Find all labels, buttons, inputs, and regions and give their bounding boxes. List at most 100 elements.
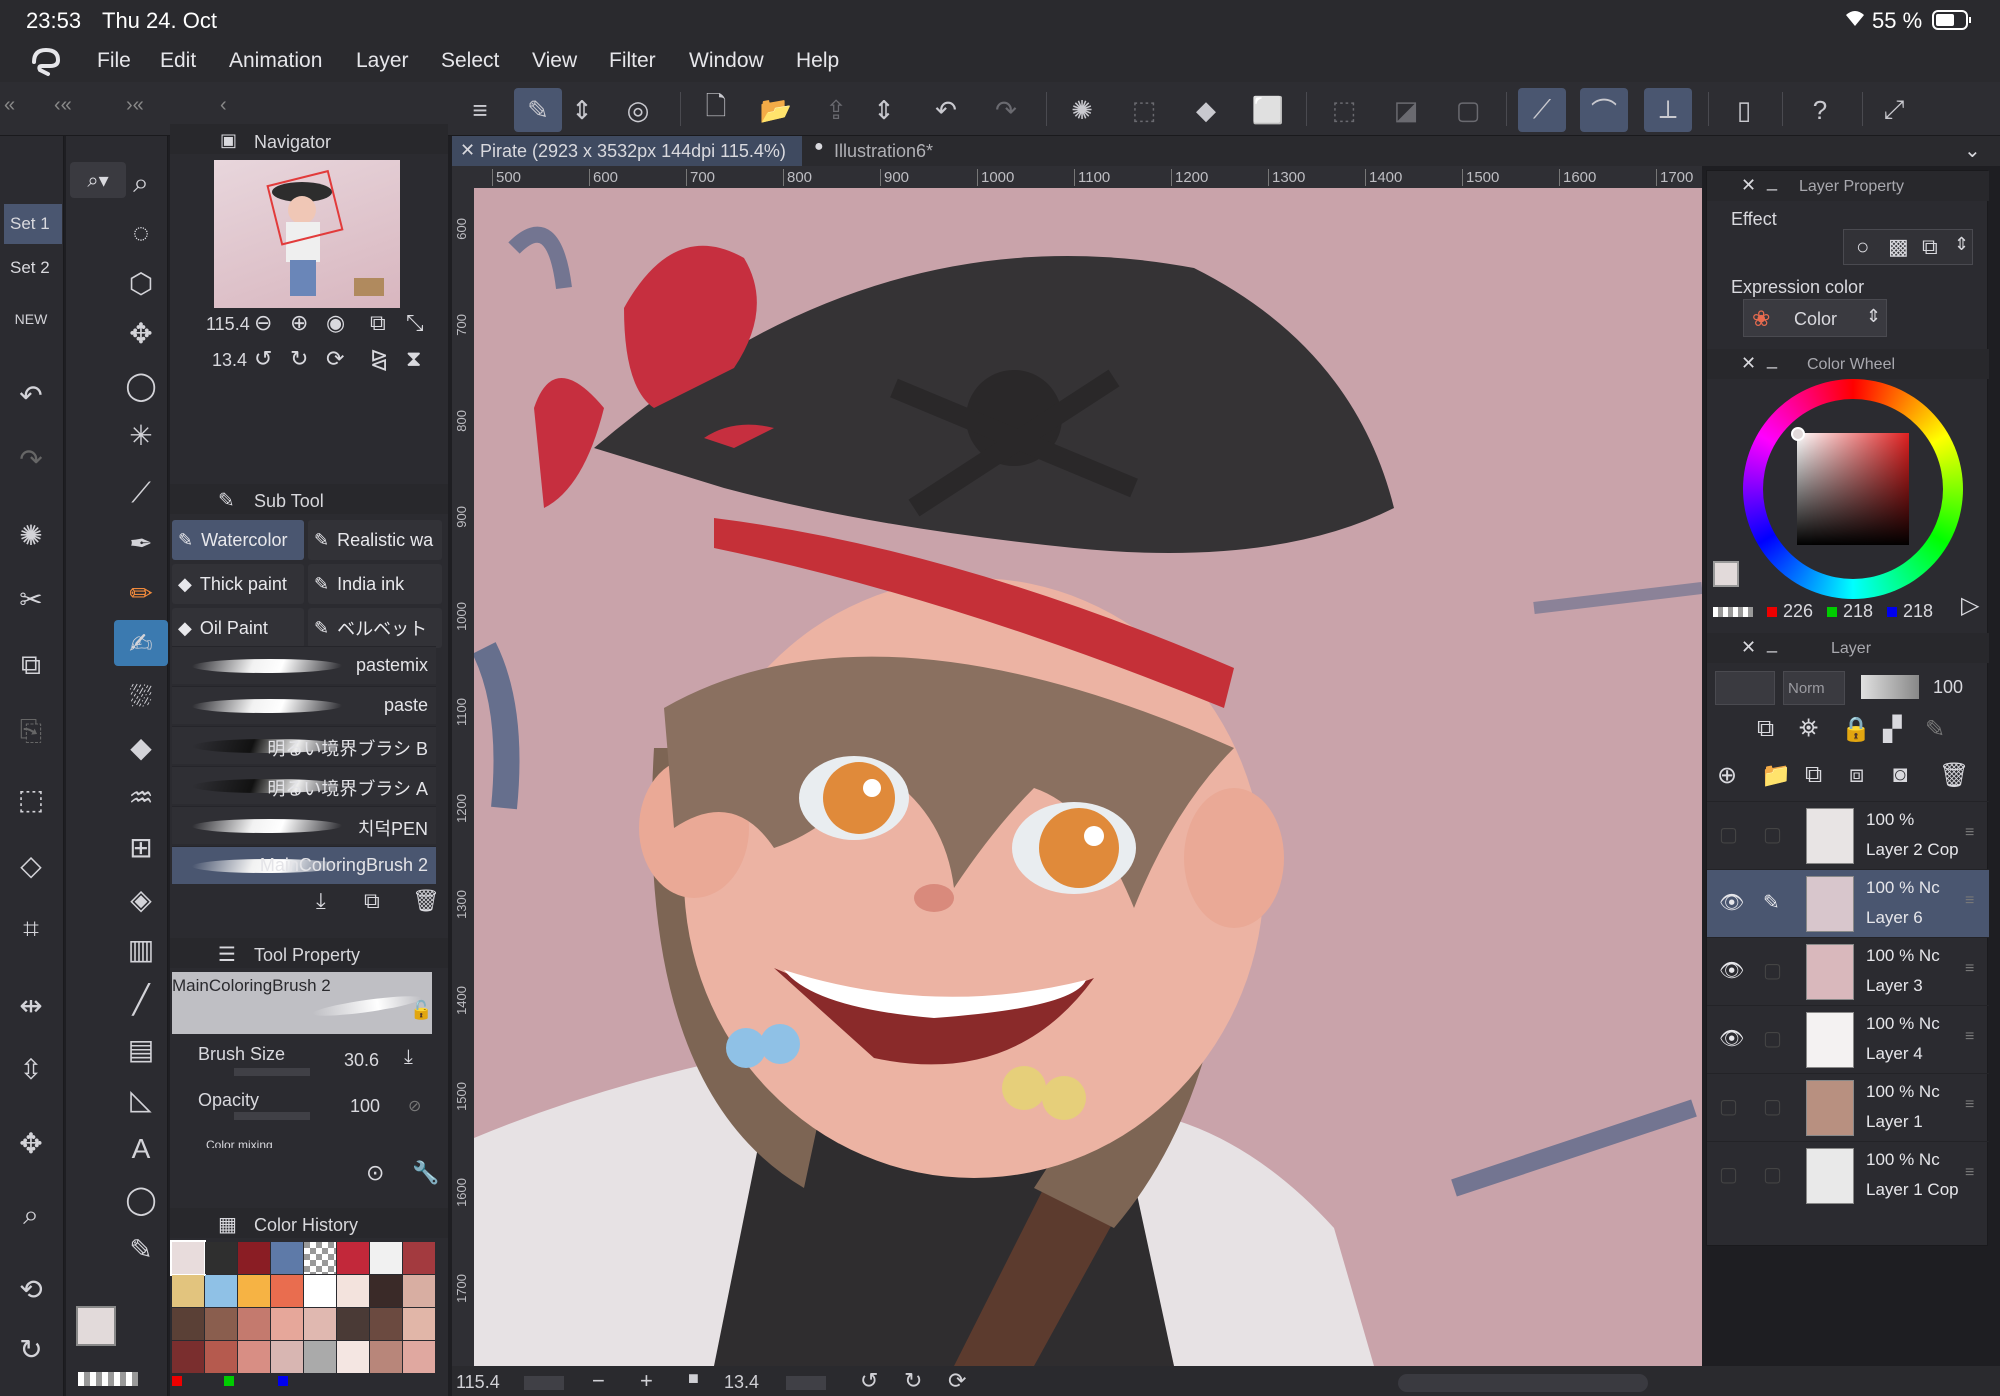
- rotate-right-icon[interactable]: ↻: [290, 346, 308, 372]
- zoom-in-icon[interactable]: ⊕: [290, 310, 308, 336]
- collapse-right-icon[interactable]: ›«: [126, 94, 144, 117]
- preset-thick-paint[interactable]: ◆ Thick paint: [172, 564, 304, 604]
- snap-line-icon[interactable]: ⟂: [1644, 88, 1692, 132]
- bottom-rotate-reset-icon[interactable]: ⟳: [948, 1368, 966, 1394]
- lock-alpha-icon[interactable]: ▞: [1883, 715, 1901, 744]
- tabs-chevron-icon[interactable]: ⌄: [1964, 138, 1981, 163]
- object-tool-icon[interactable]: ⬡: [114, 260, 168, 306]
- color-history-swatch[interactable]: [271, 1341, 303, 1373]
- brush-main-coloring-2[interactable]: MainColoringBrush 2: [172, 846, 436, 884]
- mask-icon[interactable]: ◙: [1893, 761, 1908, 789]
- color-history-swatch[interactable]: [370, 1242, 402, 1274]
- brush-pastemix[interactable]: pastemix: [172, 646, 436, 684]
- navigator-rotation-value[interactable]: 13.4: [212, 350, 247, 371]
- layer-row[interactable]: 👁 ▢ 100 % Nc Layer 3 ≡: [1707, 937, 1989, 1005]
- preset-india-ink[interactable]: ✎ India ink: [308, 564, 442, 604]
- set-2-tab[interactable]: Set 2: [4, 248, 62, 288]
- close-panel-icon[interactable]: ✕: [1741, 175, 1756, 196]
- color-history-swatch[interactable]: [304, 1242, 336, 1274]
- flip-horizontal-icon[interactable]: ⇹: [4, 982, 58, 1028]
- color-picker-handle[interactable]: [1791, 427, 1805, 441]
- menu-window[interactable]: Window: [689, 49, 764, 73]
- close-colorwheel-icon[interactable]: ✕: [1741, 353, 1756, 374]
- fill-tool-icon[interactable]: ◈: [114, 876, 168, 922]
- snap-brush-icon[interactable]: ⌒: [1580, 88, 1628, 132]
- opacity-value[interactable]: 100: [350, 1096, 380, 1117]
- color-history-swatch[interactable]: [370, 1341, 402, 1373]
- lock-icon[interactable]: 🔓: [410, 1000, 432, 1021]
- layer-row[interactable]: ▢ ▢ 100 % Nc Layer 1 ≡: [1707, 1073, 1989, 1141]
- edit-target-icon[interactable]: ▢: [1763, 822, 1782, 847]
- copy-icon[interactable]: ⧉: [4, 642, 58, 688]
- visibility-eye-icon[interactable]: ▢: [1719, 1162, 1738, 1187]
- lock-layer-icon[interactable]: 🔒: [1841, 715, 1871, 744]
- hamburger-menu-icon[interactable]: ≡: [456, 88, 504, 132]
- fit-screen-icon[interactable]: ⧉: [370, 310, 386, 336]
- red-value[interactable]: 226: [1783, 601, 1813, 622]
- new-raster-layer-icon[interactable]: ⊕: [1717, 761, 1737, 790]
- zoom-quick-icon[interactable]: ⌕: [4, 1192, 58, 1238]
- duplicate-icon[interactable]: ⧉: [364, 888, 380, 914]
- delete-layer-icon[interactable]: 🗑: [1939, 761, 1969, 790]
- green-value[interactable]: 218: [1843, 601, 1873, 622]
- color-history-swatch[interactable]: [172, 1275, 204, 1307]
- eraser-icon[interactable]: ◆: [114, 724, 168, 770]
- brush-size-value[interactable]: 30.6: [344, 1050, 379, 1071]
- layer-color-effect-icon[interactable]: ⧉: [1922, 234, 1938, 260]
- color-history-swatch[interactable]: [271, 1275, 303, 1307]
- visibility-eye-icon[interactable]: 👁: [1719, 958, 1744, 983]
- drag-handle-icon[interactable]: ≡: [1965, 960, 1974, 978]
- spiral-icon[interactable]: ◎: [614, 88, 662, 132]
- color-history-swatch[interactable]: [238, 1341, 270, 1373]
- rotate-reset-icon[interactable]: ↻: [4, 1326, 58, 1372]
- color-history-swatch[interactable]: [337, 1275, 369, 1307]
- deselect-icon[interactable]: ⬚: [1320, 88, 1368, 132]
- layer-row[interactable]: 👁 ✎ 100 % Nc Layer 6 ≡: [1707, 869, 1989, 937]
- drag-handle-icon[interactable]: ≡: [1965, 892, 1974, 910]
- bottom-fit-icon[interactable]: ■: [688, 1368, 699, 1389]
- collapse-left2-icon[interactable]: ‹«: [54, 94, 72, 117]
- minimize-panel-icon[interactable]: _: [1767, 171, 1777, 192]
- rotate-quick-icon[interactable]: ⟲: [4, 1266, 58, 1312]
- rotate-tool-icon[interactable]: ◌: [114, 210, 168, 256]
- transparent-color-swatch[interactable]: [78, 1372, 138, 1386]
- bottom-rotate-left-icon[interactable]: ↺: [860, 1368, 878, 1394]
- visibility-eye-icon[interactable]: ▢: [1719, 822, 1738, 847]
- color-history-swatch[interactable]: [304, 1308, 336, 1340]
- line-tool-icon[interactable]: ╱: [114, 976, 168, 1022]
- brush-size-slider[interactable]: [234, 1068, 310, 1076]
- pencil-tool-icon[interactable]: ✏: [114, 570, 168, 616]
- expression-color-select[interactable]: ❀ Color ⇕: [1743, 299, 1887, 337]
- layer-opacity-value[interactable]: 100: [1933, 677, 1963, 698]
- invert-selection-icon[interactable]: ◪: [1382, 88, 1430, 132]
- color-history-swatch[interactable]: [271, 1242, 303, 1274]
- color-history-swatch[interactable]: [337, 1341, 369, 1373]
- drag-handle-icon[interactable]: ≡: [1965, 1028, 1974, 1046]
- layer-row[interactable]: ▢ ▢ 100 % Layer 2 Cop ≡: [1707, 801, 1989, 869]
- selection-border-icon[interactable]: ▢: [1444, 88, 1492, 132]
- brush-tool-icon[interactable]: ✎: [514, 88, 562, 132]
- preset-velvet[interactable]: ✎ ベルベット: [308, 608, 442, 648]
- menu-edit[interactable]: Edit: [160, 49, 196, 73]
- undo-quick-icon[interactable]: ↶: [4, 372, 58, 418]
- new-icon[interactable]: NEW: [4, 296, 58, 342]
- balloon-tool-icon[interactable]: ◯: [114, 1176, 168, 1222]
- color-history-swatch[interactable]: [238, 1308, 270, 1340]
- bottom-zoom-value[interactable]: 115.4: [456, 1372, 500, 1393]
- drawing-canvas[interactable]: [474, 188, 1702, 1366]
- current-color-swatch[interactable]: [1713, 561, 1739, 587]
- brush-bright-border-a[interactable]: 明るい境界ブラシ A: [172, 766, 436, 804]
- wrench-icon[interactable]: 🔧: [412, 1160, 439, 1186]
- open-folder-icon[interactable]: 📂: [752, 88, 800, 132]
- set-1-tab[interactable]: Set 1: [4, 204, 62, 244]
- visibility-eye-icon[interactable]: ▢: [1719, 1094, 1738, 1119]
- play-circle-icon[interactable]: ▷: [1961, 591, 1979, 620]
- clip-icon[interactable]: ⧉: [1757, 715, 1774, 743]
- settings-circle-icon[interactable]: ⊙: [366, 1160, 384, 1186]
- pressure-icon[interactable]: ⤓: [404, 1046, 413, 1069]
- download-icon[interactable]: ⤓: [316, 888, 326, 914]
- layer-color-select[interactable]: [1715, 671, 1775, 705]
- flip-h-icon[interactable]: ⧎: [370, 346, 388, 372]
- ruler-tool-icon[interactable]: ◺: [114, 1076, 168, 1122]
- help-icon[interactable]: ?: [1796, 88, 1844, 132]
